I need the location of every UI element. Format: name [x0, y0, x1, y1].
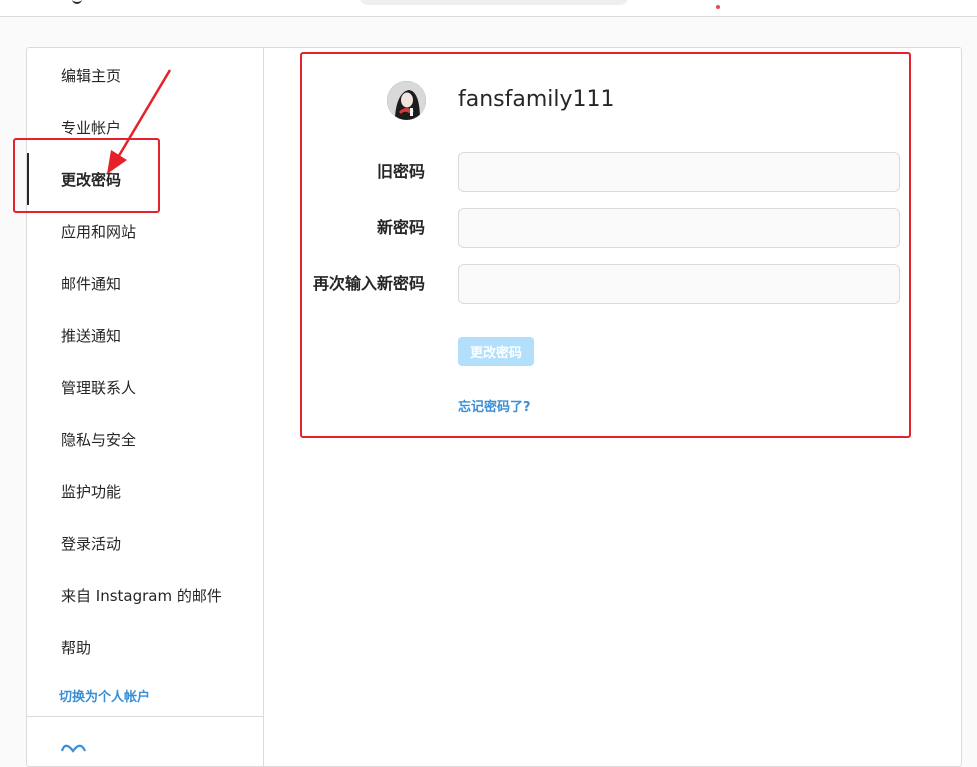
annotation-arrow-icon: [107, 69, 172, 174]
